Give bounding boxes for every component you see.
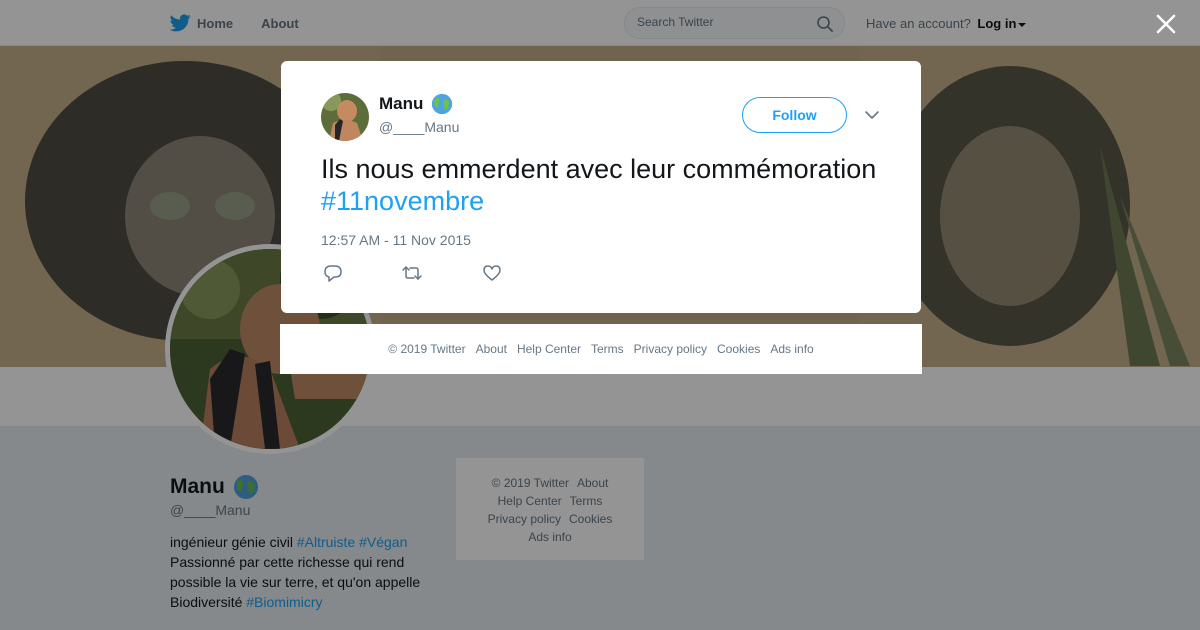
modal-footer-help[interactable]: Help Center	[517, 342, 581, 356]
tweet-author-photo	[321, 93, 369, 141]
tweet-text: Ils nous emmerdent avec leur commémorati…	[321, 153, 881, 217]
tweet-modal: Manu @____Manu Follow Ils nous emmerdent…	[281, 61, 921, 313]
retweet-icon[interactable]	[401, 263, 423, 283]
heart-icon[interactable]	[481, 263, 503, 283]
tweet-author-avatar[interactable]	[321, 93, 369, 141]
reply-icon[interactable]	[322, 263, 344, 283]
modal-footer-cookies[interactable]: Cookies	[717, 342, 760, 356]
tweet-author-handle[interactable]: @____Manu	[379, 119, 459, 135]
modal-footer-about[interactable]: About	[476, 342, 507, 356]
tweet-hashtag[interactable]: #11novembre	[321, 186, 484, 216]
close-icon[interactable]	[1155, 13, 1177, 35]
tweet-text-body: Ils nous emmerdent avec leur commémorati…	[321, 154, 877, 184]
tweet-author-name[interactable]: Manu	[379, 93, 453, 115]
modal-footer-privacy[interactable]: Privacy policy	[634, 342, 707, 356]
globe-emoji-icon	[432, 93, 453, 115]
follow-button[interactable]: Follow	[742, 97, 847, 133]
modal-footer-copyright: © 2019 Twitter	[388, 342, 466, 356]
modal-footer: © 2019 Twitter About Help Center Terms P…	[280, 324, 922, 374]
tweet-timestamp[interactable]: 12:57 AM - 11 Nov 2015	[321, 232, 471, 248]
chevron-down-icon[interactable]	[864, 108, 880, 122]
modal-footer-ads[interactable]: Ads info	[770, 342, 813, 356]
modal-footer-terms[interactable]: Terms	[591, 342, 624, 356]
tweet-author-name-text: Manu	[379, 94, 424, 113]
